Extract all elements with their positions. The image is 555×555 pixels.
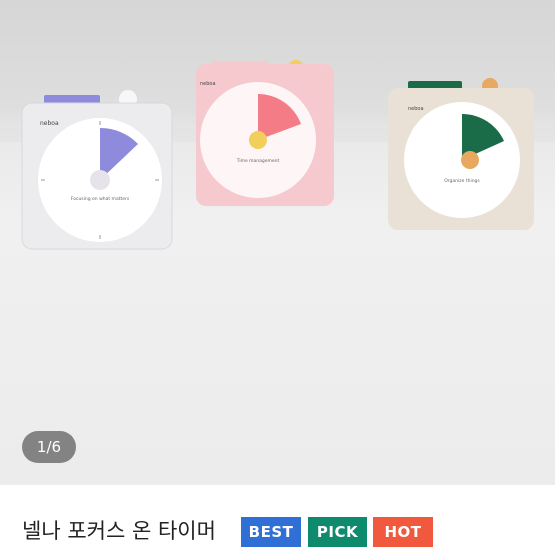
- badge-pick: PICK: [308, 517, 367, 547]
- image-counter: 1/6: [22, 431, 76, 463]
- product-photo: neboa Focusing on what matters neboa Tim…: [0, 60, 555, 250]
- timer-caption: Organize things: [444, 178, 480, 184]
- product-image-carousel[interactable]: neboa Focusing on what matters neboa Tim…: [0, 0, 555, 485]
- badge-best: BEST: [241, 517, 301, 547]
- timer-caption: Time management: [236, 158, 280, 164]
- timer-brand: neboa: [408, 106, 424, 112]
- timer-caption: Focusing on what matters: [71, 196, 130, 202]
- timer-brand: neboa: [40, 120, 59, 127]
- product-title: 넬나 포커스 온 타이머: [22, 519, 216, 543]
- timer-lavender: neboa Focusing on what matters: [21, 90, 173, 250]
- timer-green: neboa Organize things: [388, 78, 534, 230]
- badge-hot: HOT: [373, 517, 433, 547]
- timer-brand: neboa: [200, 81, 216, 87]
- timer-pink: neboa Time management: [196, 60, 334, 206]
